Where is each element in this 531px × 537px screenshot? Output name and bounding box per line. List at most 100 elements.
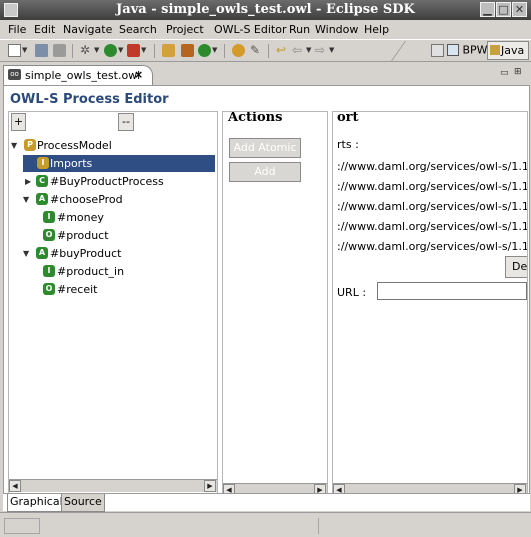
tree-node-label: Imports (50, 157, 93, 170)
remove-node-button[interactable]: -- (118, 113, 134, 131)
import-url-item[interactable]: ://www.daml.org/services/owl-s/1.1/G (337, 200, 527, 213)
import-url-item[interactable]: ://www.daml.org/services/owl-s/1.1/P (337, 180, 527, 193)
tree-node-label: #product_in (57, 265, 125, 278)
back-icon[interactable]: ⇦ (292, 44, 305, 57)
imports-icon: I (37, 157, 49, 169)
minimize-button[interactable]: ▁ (480, 2, 495, 17)
url-input[interactable] (377, 282, 527, 300)
menu-owls-editor[interactable]: OWL-S Editor (214, 23, 286, 36)
search-icon[interactable]: ✎ (250, 44, 263, 57)
menu-run[interactable]: Run (289, 23, 310, 36)
import-url-item[interactable]: ://www.daml.org/services/owl-s/1.1/P (337, 220, 527, 233)
save-icon[interactable] (35, 44, 48, 57)
add-composite-button[interactable]: Add Composi (229, 162, 301, 182)
status-fast-view-area (4, 518, 40, 534)
atomic-process-icon: A (36, 193, 48, 205)
toolbar-separator (268, 44, 269, 58)
external-tools-dropdown-icon[interactable]: ▼ (141, 46, 146, 54)
new-icon[interactable] (8, 44, 21, 57)
close-tab-icon[interactable]: × (134, 68, 143, 81)
tree-node-label: #buyProduct (50, 247, 122, 260)
scroll-left-icon[interactable]: ◀ (9, 480, 21, 492)
window-title: Java - simple_owls_test.owl - Eclipse SD… (116, 2, 415, 17)
menu-search[interactable]: Search (119, 23, 157, 36)
editor-bottom-tabs: Graphical Source (3, 493, 530, 512)
tab-source[interactable]: Source (61, 494, 105, 512)
tree-node-label: ProcessModel (37, 139, 112, 152)
process-tree-pane: + -- ▼ P ProcessModel I Imports ▶ C #Buy… (8, 111, 218, 507)
owl-file-icon: oo (8, 69, 21, 80)
expand-toggle-icon[interactable]: ▼ (11, 137, 17, 154)
new-dropdown-icon[interactable]: ▼ (22, 46, 27, 54)
import-url-item[interactable]: ://www.daml.org/services/owl-s/1.1/S (337, 160, 527, 173)
editor-tab-label: simple_owls_test.owl (25, 69, 141, 82)
perspective-divider (390, 41, 431, 61)
actions-heading: Actions (228, 111, 283, 125)
toolbar-separator (72, 44, 73, 58)
forward-dropdown-icon[interactable]: ▼ (329, 46, 334, 54)
tree-node-imports[interactable]: I Imports (23, 155, 215, 172)
back-dropdown-icon[interactable]: ▼ (306, 46, 311, 54)
imports-heading: ort (337, 111, 359, 125)
menu-edit[interactable]: Edit (34, 23, 55, 36)
toolbar: ▼ ✲ ▼ ▼ ▼ ▼ ✎ ↩ ⇦ ▼ ⇨ ▼ BPWS Java (0, 39, 531, 62)
bpws-perspective-icon (447, 44, 459, 56)
collapsed-toggle-icon[interactable]: ▶ (25, 173, 31, 190)
tree-node-label: #BuyProductProcess (50, 175, 164, 188)
maximize-button[interactable]: □ (496, 2, 511, 17)
menu-help[interactable]: Help (364, 23, 389, 36)
new-java-project-icon[interactable] (162, 44, 175, 57)
editor-tab-strip: oo simple_owls_test.owl × ▭ ⊞ (0, 63, 531, 85)
add-atomic-button[interactable]: Add Atomic (229, 138, 301, 158)
process-model-icon: P (24, 139, 36, 151)
last-edit-icon[interactable]: ↩ (276, 44, 289, 57)
tree-horizontal-scrollbar[interactable]: ◀ ▶ (9, 479, 217, 492)
tree-node-label: #chooseProd (50, 193, 123, 206)
menu-navigate[interactable]: Navigate (63, 23, 112, 36)
url-label: URL : (337, 286, 367, 299)
menu-project[interactable]: Project (166, 23, 204, 36)
toolbar-separator (224, 44, 225, 58)
forward-icon[interactable]: ⇨ (315, 44, 328, 57)
perspective-java[interactable]: Java (487, 41, 529, 60)
toolbar-separator (154, 44, 155, 58)
print-icon[interactable] (53, 44, 66, 57)
external-tools-icon[interactable] (127, 44, 140, 57)
tree-node-label: #product (57, 229, 109, 242)
new-package-icon[interactable] (181, 44, 194, 57)
window-title-bar[interactable]: Java - simple_owls_test.owl - Eclipse SD… (0, 0, 531, 20)
debug-dropdown-icon[interactable]: ▼ (94, 46, 99, 54)
status-message-area (44, 518, 319, 534)
input-icon: I (43, 211, 55, 223)
imports-pane: ort rts : ://www.daml.org/services/owl-s… (332, 111, 528, 507)
delete-import-button[interactable]: De (505, 256, 527, 278)
new-class-icon[interactable] (198, 44, 211, 57)
run-dropdown-icon[interactable]: ▼ (118, 46, 123, 54)
minimize-view-icon[interactable]: ▭ (500, 68, 509, 78)
menu-file[interactable]: File (8, 23, 26, 36)
editor-tab[interactable]: oo simple_owls_test.owl × (3, 65, 153, 85)
editor-title: OWL-S Process Editor (10, 92, 169, 107)
java-perspective-label: Java (501, 44, 525, 57)
scroll-right-icon[interactable]: ▶ (204, 480, 216, 492)
atomic-process-icon: A (36, 247, 48, 259)
status-bar (0, 512, 531, 537)
run-icon[interactable] (104, 44, 117, 57)
menu-window[interactable]: Window (315, 23, 358, 36)
import-url-item[interactable]: ://www.daml.org/services/owl-s/1.1/G (337, 240, 527, 253)
open-type-icon[interactable] (232, 44, 245, 57)
expand-toggle-icon[interactable]: ▼ (23, 245, 29, 262)
output-icon: O (43, 229, 55, 241)
output-icon: O (43, 283, 55, 295)
maximize-view-icon[interactable]: ⊞ (514, 67, 522, 77)
add-node-button[interactable]: + (11, 113, 26, 131)
close-button[interactable]: ✕ (512, 2, 527, 17)
expand-toggle-icon[interactable]: ▼ (23, 191, 29, 208)
actions-pane: Actions Add Atomic Add Composi ◀ ▶ (222, 111, 328, 507)
input-icon: I (43, 265, 55, 277)
debug-icon[interactable]: ✲ (80, 44, 93, 57)
new-class-dropdown-icon[interactable]: ▼ (212, 46, 217, 54)
tab-graphical[interactable]: Graphical (7, 494, 66, 512)
tree-node-label: #receit (57, 283, 98, 296)
open-perspective-icon[interactable] (431, 44, 444, 57)
